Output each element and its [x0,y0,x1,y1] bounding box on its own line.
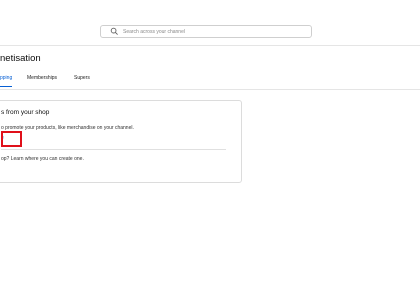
search-placeholder: Search across your channel [123,28,185,35]
shop-card: s from your shop o promote your products… [0,100,242,183]
page-title: netisation [0,53,41,64]
search-icon [110,27,119,36]
search-input[interactable]: Search across your channel [100,25,312,38]
card-divider [1,149,226,150]
tabs-divider [0,89,420,90]
tab-memberships[interactable]: Memberships [27,75,57,86]
main-content: netisation pping Memberships Supers s fr… [0,46,420,307]
card-footer-text: op? Learn where you can create one. [1,156,84,162]
tab-bar: pping Memberships Supers [0,75,420,89]
card-title: s from your shop [1,109,50,116]
tab-supers[interactable]: Supers [74,75,90,86]
highlight-box [1,131,22,147]
tab-shopping[interactable]: pping [0,75,13,87]
top-bar: Search across your channel [0,0,420,46]
